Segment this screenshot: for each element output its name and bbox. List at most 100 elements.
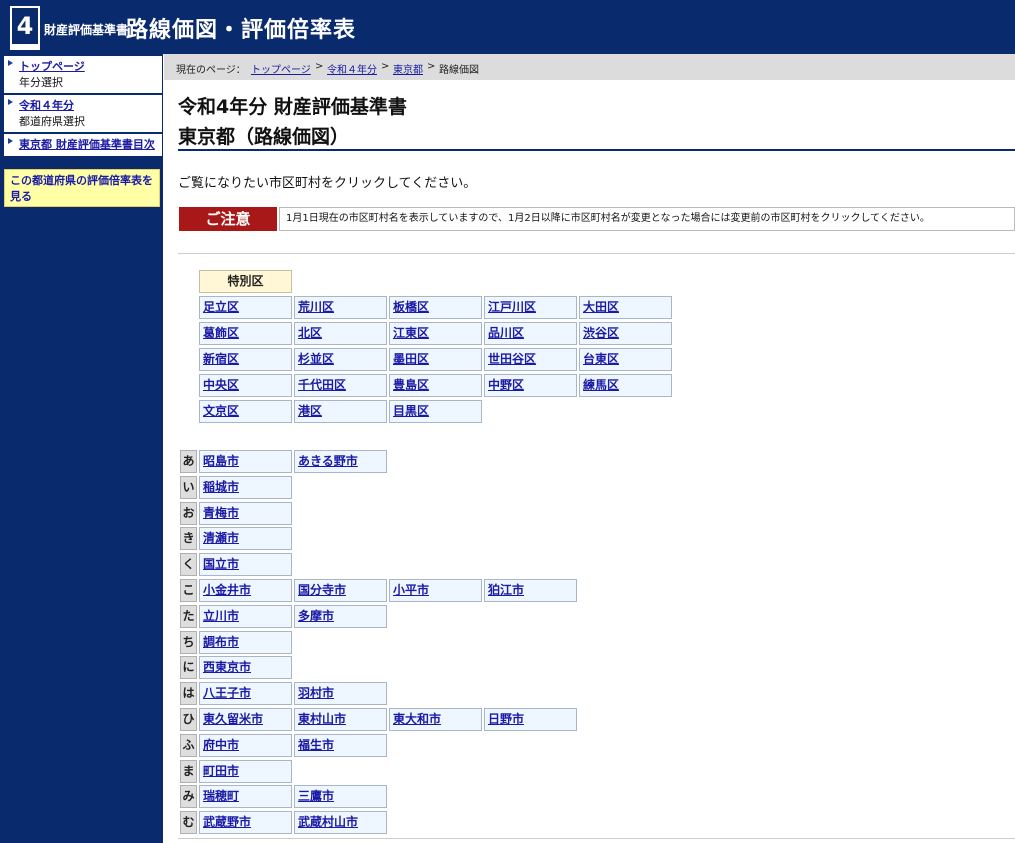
ward-cell: 渋谷区 (579, 322, 672, 345)
ward-link[interactable]: 品川区 (488, 326, 524, 340)
ward-link[interactable]: 新宿区 (203, 352, 239, 366)
ward-cell: 北区 (294, 322, 387, 345)
sidebar-item-year: 令和４年分 都道府県選択 (4, 95, 162, 132)
city-link[interactable]: 八王子市 (203, 686, 251, 700)
breadcrumb-link-tokyo[interactable]: 東京都 (393, 61, 423, 76)
city-cell: 稲城市 (199, 476, 292, 499)
sidebar-item-tokyo-index: 東京都 財産評価基準書目次 (4, 134, 162, 156)
city-cell: 瑞穂町 (199, 785, 292, 808)
ward-link[interactable]: 板橋区 (393, 300, 429, 314)
city-link[interactable]: 昭島市 (203, 454, 239, 468)
city-link[interactable]: 府中市 (203, 738, 239, 752)
city-link[interactable]: 国立市 (203, 557, 239, 571)
kana-index-label: く (180, 553, 197, 576)
title-underline (178, 149, 1015, 151)
city-link[interactable]: 稲城市 (203, 480, 239, 494)
breadcrumb-separator: > (315, 61, 324, 72)
city-link[interactable]: 東久留米市 (203, 712, 263, 726)
ward-link[interactable]: 葛飾区 (203, 326, 239, 340)
breadcrumb-separator: > (381, 61, 390, 72)
city-cell: 八王子市 (199, 682, 292, 705)
ward-link[interactable]: 豊島区 (393, 378, 429, 392)
notice-label: ご注意 (179, 207, 277, 231)
city-link[interactable]: 羽村市 (298, 686, 334, 700)
header-subtitle: 財産評価基準書 (44, 23, 129, 37)
sidebar-sub-label: 年分選択 (19, 76, 63, 89)
city-link[interactable]: 武蔵村山市 (298, 815, 358, 829)
city-link[interactable]: 立川市 (203, 609, 239, 623)
ward-link[interactable]: 世田谷区 (488, 352, 536, 366)
city-link[interactable]: 東大和市 (393, 712, 441, 726)
ward-link[interactable]: 中野区 (488, 378, 524, 392)
ward-link[interactable]: 台東区 (583, 352, 619, 366)
city-link[interactable]: 調布市 (203, 635, 239, 649)
ward-link[interactable]: 港区 (298, 404, 322, 418)
city-cell: 小平市 (389, 579, 482, 602)
city-link[interactable]: 小平市 (393, 583, 429, 597)
ward-link[interactable]: 江戸川区 (488, 300, 536, 314)
notice-text: 1月1日現在の市区町村名を表示していますので、1月2日以降に市区町村名が変更とな… (279, 207, 1015, 231)
section-divider (178, 253, 1015, 254)
ward-cell: 港区 (294, 400, 387, 423)
city-link[interactable]: 三鷹市 (298, 789, 334, 803)
ward-cell: 荒川区 (294, 296, 387, 319)
city-cell: 三鷹市 (294, 785, 387, 808)
city-link[interactable]: 青梅市 (203, 506, 239, 520)
kana-index-label: こ (180, 579, 197, 602)
city-cell: 立川市 (199, 605, 292, 628)
city-link[interactable]: 町田市 (203, 764, 239, 778)
city-link[interactable]: 小金井市 (203, 583, 251, 597)
sidebar-sub-label: 都道府県選択 (19, 115, 85, 128)
ward-cell: 千代田区 (294, 374, 387, 397)
ward-cell: 文京区 (199, 400, 292, 423)
ward-link[interactable]: 大田区 (583, 300, 619, 314)
city-cell: 羽村市 (294, 682, 387, 705)
kana-index-label: む (180, 811, 197, 834)
city-link[interactable]: 武蔵野市 (203, 815, 251, 829)
ward-link[interactable]: 杉並区 (298, 352, 334, 366)
ward-link[interactable]: 荒川区 (298, 300, 334, 314)
kana-index-label: あ (180, 450, 197, 473)
kana-index-label: お (180, 502, 197, 525)
city-cell: 東村山市 (294, 708, 387, 731)
city-link[interactable]: 日野市 (488, 712, 524, 726)
city-link[interactable]: 狛江市 (488, 583, 524, 597)
ward-link[interactable]: 練馬区 (583, 378, 619, 392)
city-link[interactable]: 国分寺市 (298, 583, 346, 597)
breadcrumb-link-top[interactable]: トップページ (251, 61, 311, 76)
breadcrumb-link-year[interactable]: 令和４年分 (327, 61, 377, 76)
ward-cell: 大田区 (579, 296, 672, 319)
ward-link[interactable]: 江東区 (393, 326, 429, 340)
ward-cell: 目黒区 (389, 400, 482, 423)
kana-index-label: た (180, 605, 197, 628)
ward-link[interactable]: 渋谷区 (583, 326, 619, 340)
breadcrumb-separator: > (427, 61, 436, 72)
sidebar-link-year[interactable]: 令和４年分 (19, 99, 74, 112)
city-cell: 国分寺市 (294, 579, 387, 602)
sidebar-multiplier-table-link[interactable]: この都道府県の評価倍率表を見る (4, 169, 160, 207)
sidebar-link-top-page[interactable]: トップページ (19, 60, 85, 73)
city-link[interactable]: 瑞穂町 (203, 789, 239, 803)
city-cell: 狛江市 (484, 579, 577, 602)
ward-link[interactable]: 目黒区 (393, 404, 429, 418)
city-link[interactable]: 西東京市 (203, 660, 251, 674)
city-link[interactable]: あきる野市 (298, 454, 358, 468)
ward-link[interactable]: 中央区 (203, 378, 239, 392)
kana-index-label: み (180, 785, 197, 808)
city-link[interactable]: 東村山市 (298, 712, 346, 726)
ward-link[interactable]: 文京区 (203, 404, 239, 418)
ward-link[interactable]: 千代田区 (298, 378, 346, 392)
ward-cell: 豊島区 (389, 374, 482, 397)
sidebar-link-tokyo-index[interactable]: 東京都 財産評価基準書目次 (19, 138, 155, 151)
ward-table-header: 特別区 (199, 270, 292, 293)
city-link[interactable]: 福生市 (298, 738, 334, 752)
ward-cell: 品川区 (484, 322, 577, 345)
city-link[interactable]: 清瀬市 (203, 531, 239, 545)
ward-link[interactable]: 足立区 (203, 300, 239, 314)
ward-link[interactable]: 北区 (298, 326, 322, 340)
city-link[interactable]: 多摩市 (298, 609, 334, 623)
page-subtitle: 東京都（路線価図） (178, 126, 350, 148)
site-header: 4 財産評価基準書 路線価図・評価倍率表 (0, 0, 1015, 54)
ward-link[interactable]: 墨田区 (393, 352, 429, 366)
city-cell: 日野市 (484, 708, 577, 731)
